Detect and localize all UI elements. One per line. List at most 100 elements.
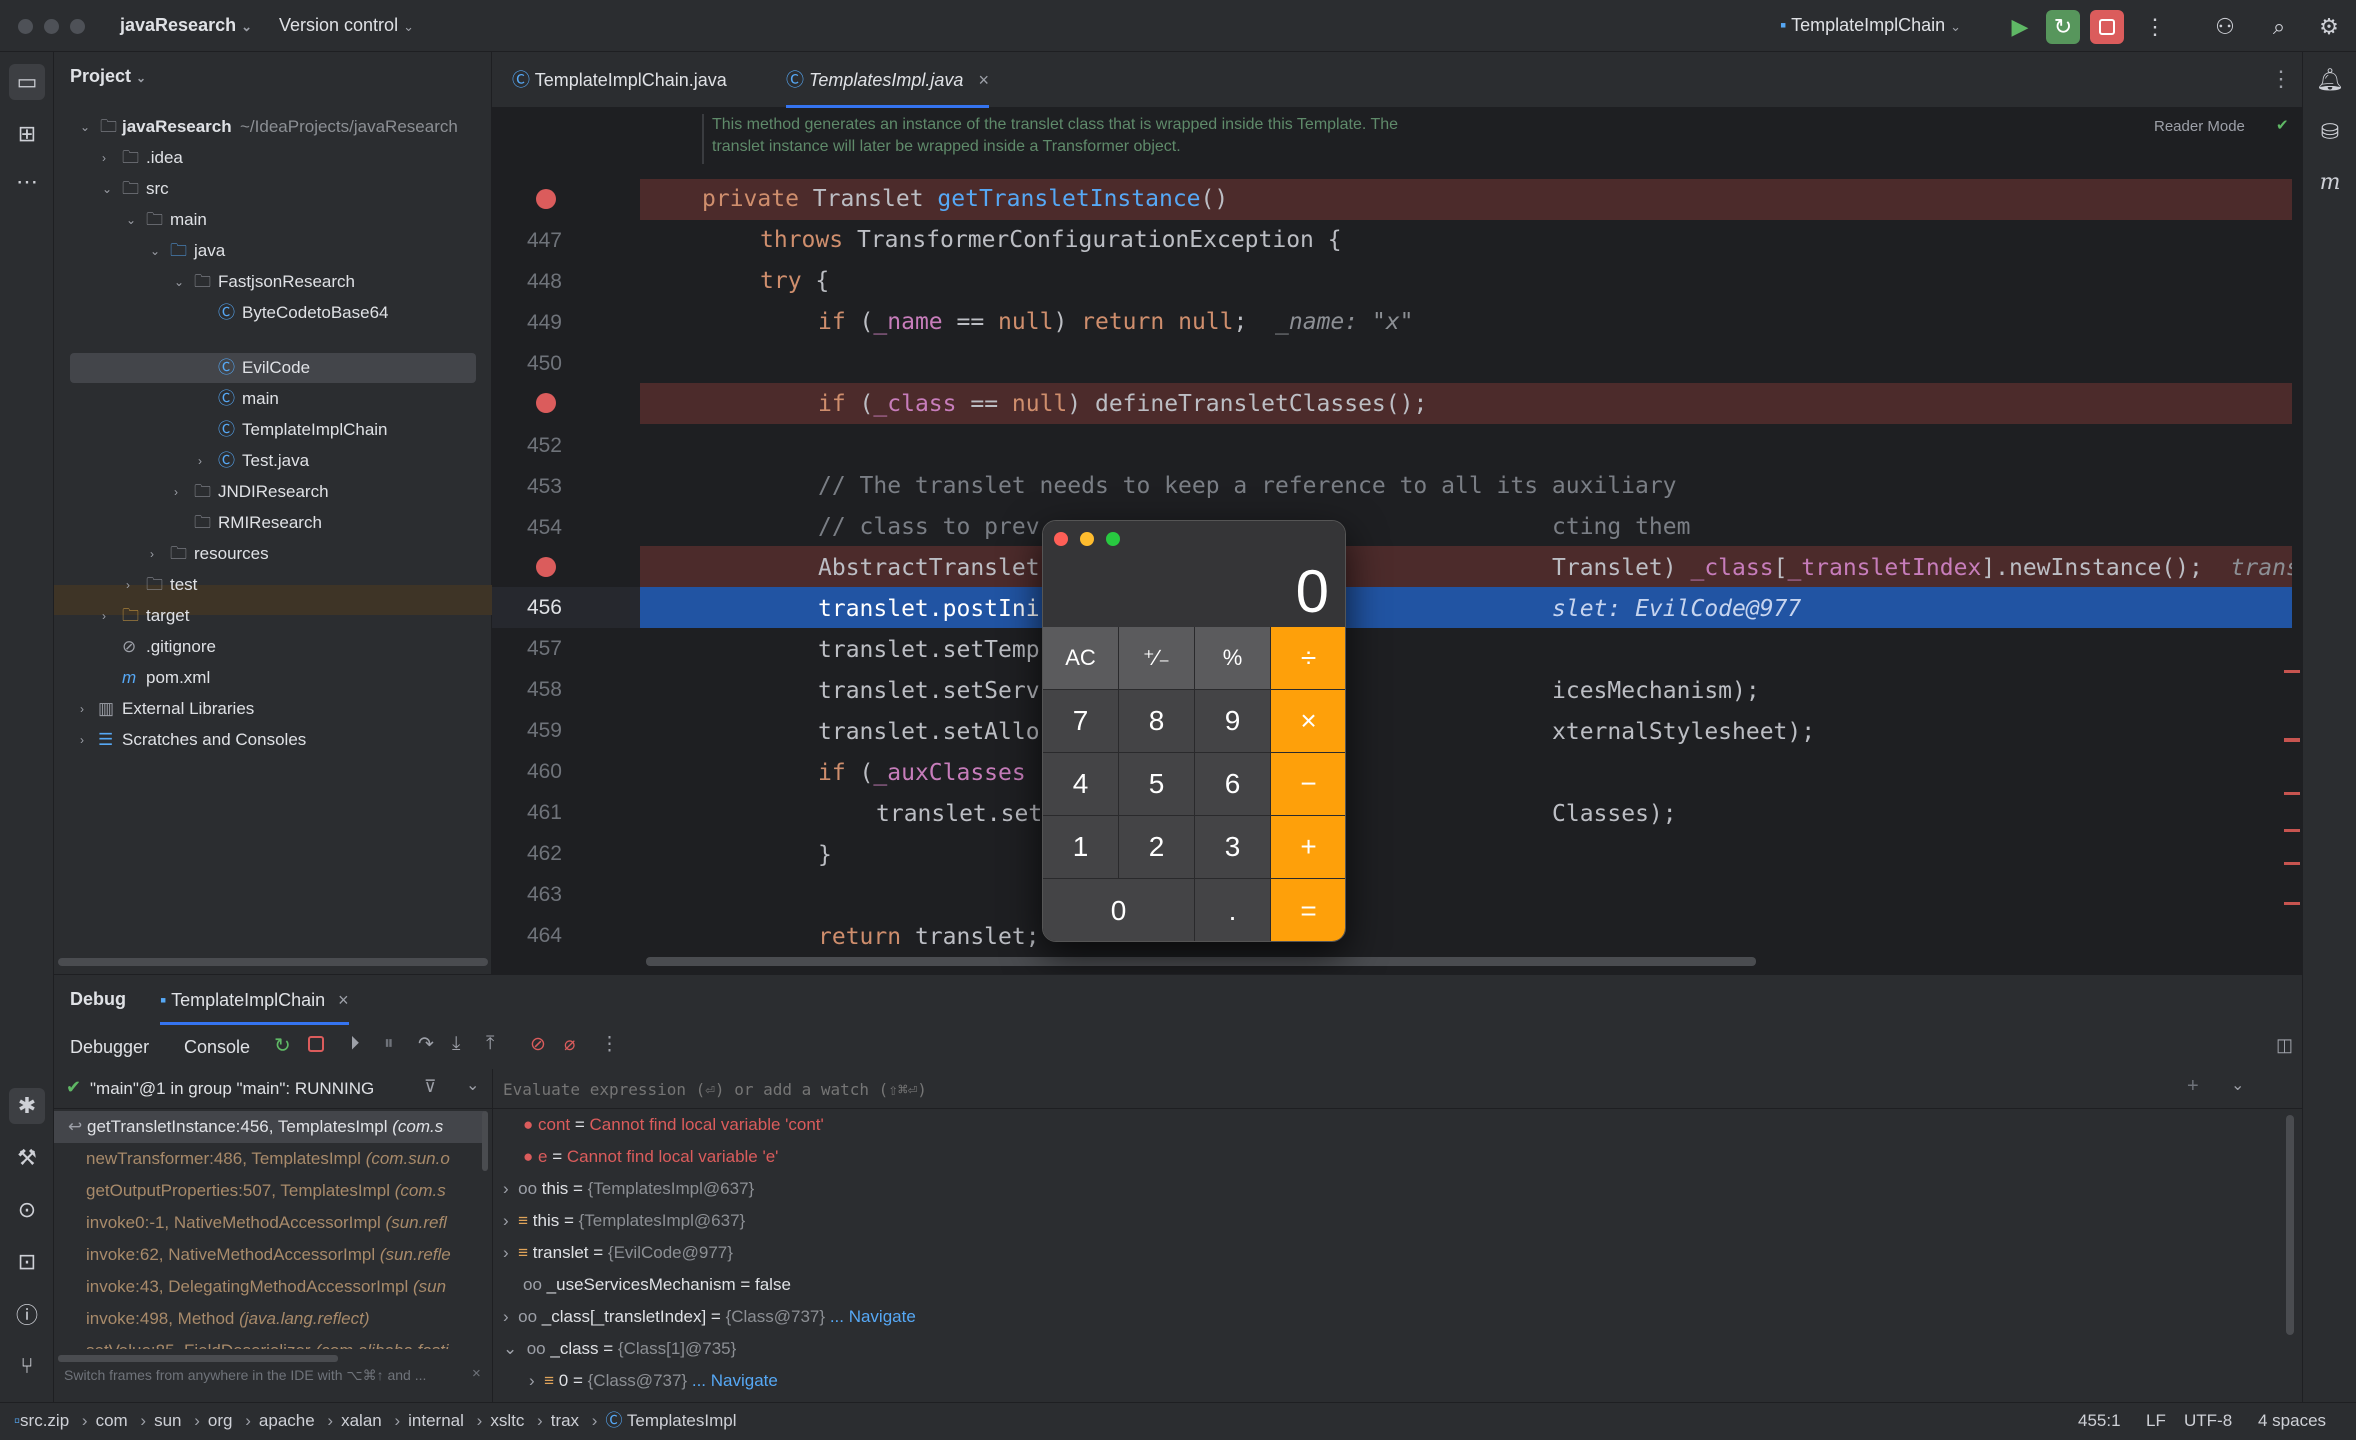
variable-row[interactable]: › oo _class[_transletIndex] = {Class@737… [503,1301,916,1333]
variables-scrollbar[interactable] [2286,1115,2294,1335]
tree-item-main-class[interactable]: Ⓒmain [70,384,480,414]
stop-icon[interactable] [308,1036,324,1052]
method-breakpoint-icon[interactable] [536,189,556,209]
tree-item-gitignore[interactable]: ⊘ .gitignore [70,632,480,662]
calc-key-2[interactable]: 2 [1119,816,1195,879]
code-area[interactable]: private Translet getTransletInstance() t… [702,179,2292,959]
breadcrumb-item[interactable]: com [96,1411,128,1430]
step-out-icon[interactable]: ⤒ [486,1033,494,1055]
calc-key-clear[interactable]: AC [1043,627,1119,690]
close-hint-icon[interactable]: × [472,1365,481,1382]
calc-key-divide[interactable]: ÷ [1271,627,1345,690]
run-icon[interactable]: ▶ [2003,10,2037,44]
frames-scrollbar[interactable] [482,1111,488,1171]
close-tab-icon[interactable]: × [978,70,989,90]
window-close-button[interactable] [18,19,33,34]
navigate-link[interactable]: ... Navigate [830,1307,916,1326]
calc-key-decimal[interactable]: . [1195,879,1271,941]
variable-row[interactable]: › ≡ this = {TemplatesImpl@637} [503,1205,745,1237]
calc-key-8[interactable]: 8 [1119,690,1195,753]
variable-row[interactable]: oo _useServicesMechanism = false [523,1269,791,1301]
stack-frame[interactable]: getOutputProperties:507, TemplatesImpl (… [68,1175,492,1207]
tree-item-idea[interactable]: › 🗀︎ .idea [70,143,480,173]
close-tab-icon[interactable]: × [338,990,349,1010]
add-user-icon[interactable]: ⚇ [2208,10,2242,44]
calc-key-9[interactable]: 9 [1195,690,1271,753]
database-icon[interactable]: ⛁ [2312,114,2348,150]
tree-item-test-java[interactable]: › Ⓒ Test.java [70,446,480,476]
build-hammer-icon[interactable]: ⚒ [9,1140,45,1176]
gutter[interactable]: 447 448 449 450 452 453 454 456 457 458 … [492,179,640,959]
tree-item-javaresearch[interactable]: ⌄ 🗀︎ javaResearch ~/IdeaProjects/javaResear… [70,112,480,142]
tab-templatesimpl[interactable]: Ⓒ TemplatesImpl.java × [786,52,989,108]
stack-frame[interactable]: invoke:62, NativeMethodAccessorImpl (sun… [68,1239,492,1271]
project-panel-title[interactable]: Project ⌄ [70,66,146,87]
error-stripe-mark[interactable] [2284,670,2300,673]
problems-icon[interactable]: ⓘ [9,1296,45,1332]
run-config-selector[interactable]: ▪ TemplateImplChain ⌄ [1780,15,1961,36]
vcs-menu[interactable]: Version control ⌄ [279,15,414,36]
calc-key-sign[interactable]: ⁺∕₋ [1119,627,1195,690]
window-zoom-button[interactable] [70,19,85,34]
breadcrumb-item[interactable]: internal [408,1411,464,1430]
view-breakpoints-icon[interactable]: ⊘ [530,1033,546,1056]
calc-close-button[interactable] [1054,532,1068,546]
debug-rerun-icon[interactable]: ↻ [2046,10,2080,44]
more-options-icon[interactable]: ⋮ [600,1033,619,1056]
frames-horizontal-scrollbar[interactable] [58,1355,338,1362]
calc-key-7[interactable]: 7 [1043,690,1119,753]
navigate-link[interactable]: ... Navigate [692,1371,778,1390]
tab-templateimplchain[interactable]: Ⓒ TemplateImplChain.java [512,52,727,108]
breadcrumb-item[interactable]: apache [259,1411,315,1430]
breadcrumb-item[interactable]: Ⓒ TemplatesImpl [605,1411,736,1430]
filter-icon[interactable]: ⊽ [424,1077,436,1097]
project-switcher[interactable]: javaResearch ⌄ [120,15,252,36]
tree-item-pom-xml[interactable]: m pom.xml [70,663,480,693]
chevron-down-icon[interactable]: ⌄ [2231,1075,2244,1095]
step-over-icon[interactable]: ↷ [418,1033,434,1056]
breadcrumb-item[interactable]: org [208,1411,233,1430]
tree-item-main[interactable]: ⌄ 🗀︎ main [70,205,480,235]
calc-key-4[interactable]: 4 [1043,753,1119,816]
search-icon[interactable]: ⌕ [2262,10,2296,44]
calc-key-add[interactable]: + [1271,816,1345,879]
calc-key-0[interactable]: 0 [1043,879,1195,941]
indent-setting[interactable]: 4 spaces [2258,1403,2326,1439]
error-stripe-mark[interactable] [2284,862,2300,865]
add-watch-icon[interactable]: + [2187,1075,2199,1098]
variable-row[interactable]: › ≡ 0 = {Class@737} ... Navigate [529,1365,778,1397]
project-horizontal-scrollbar[interactable] [58,958,488,966]
calc-minimize-button[interactable] [1080,532,1094,546]
step-into-icon[interactable]: ⤓ [452,1033,460,1055]
stack-frame[interactable]: ↩ getTransletInstance:456, TemplatesImpl… [68,1111,492,1143]
breadcrumb-item[interactable]: trax [551,1411,579,1430]
terminal-icon[interactable]: ⊡ [9,1244,45,1280]
editor-horizontal-scrollbar[interactable] [646,957,1756,966]
stack-frame[interactable]: setValue:85, FieldDeserializer (com.alib… [68,1335,492,1349]
variable-row[interactable]: › oo this = {TemplatesImpl@637} [503,1173,754,1205]
error-stripe-mark[interactable] [2284,738,2300,742]
more-tools-icon[interactable]: ⋯ [9,164,45,200]
git-branch-icon[interactable]: ⑂ [9,1348,45,1384]
pause-icon[interactable]: ⏸ [384,1033,394,1055]
file-encoding[interactable]: UTF-8 [2184,1403,2232,1439]
variable-row[interactable]: › ≡ translet = {EvilCode@977} [503,1237,733,1269]
debug-bug-icon[interactable]: ✱ [9,1088,45,1124]
breadcrumb-item[interactable]: ▫src.zip [14,1411,69,1430]
tree-item-java[interactable]: ⌄ 🗀︎ java [70,236,480,266]
tree-item-bytecodetobase64[interactable]: Ⓒ ByteCodetoBase64 [70,298,480,328]
more-actions-icon[interactable]: ⋮ [2138,10,2172,44]
tab-debugger[interactable]: Debugger [70,1037,149,1058]
calc-key-multiply[interactable]: × [1271,690,1345,753]
calc-zoom-button[interactable] [1106,532,1120,546]
project-folder-icon[interactable]: ▭ [9,64,45,100]
error-stripe-mark[interactable] [2284,792,2300,832]
stack-frame[interactable]: newTransformer:486, TemplatesImpl (com.s… [68,1143,492,1175]
tree-item-src[interactable]: ⌄ 🗀︎ src [70,174,480,204]
tree-item-fastjsonresearch[interactable]: ⌄ 🗀︎ FastjsonResearch [70,267,480,297]
gear-icon[interactable]: ⚙ [2312,10,2346,44]
structure-icon[interactable]: ⊞ [9,116,45,152]
line-breakpoint-icon[interactable] [536,557,556,577]
tree-item-rmiresearch[interactable]: 🗀︎ RMIResearch [70,508,480,538]
line-breakpoint-icon[interactable] [536,393,556,413]
